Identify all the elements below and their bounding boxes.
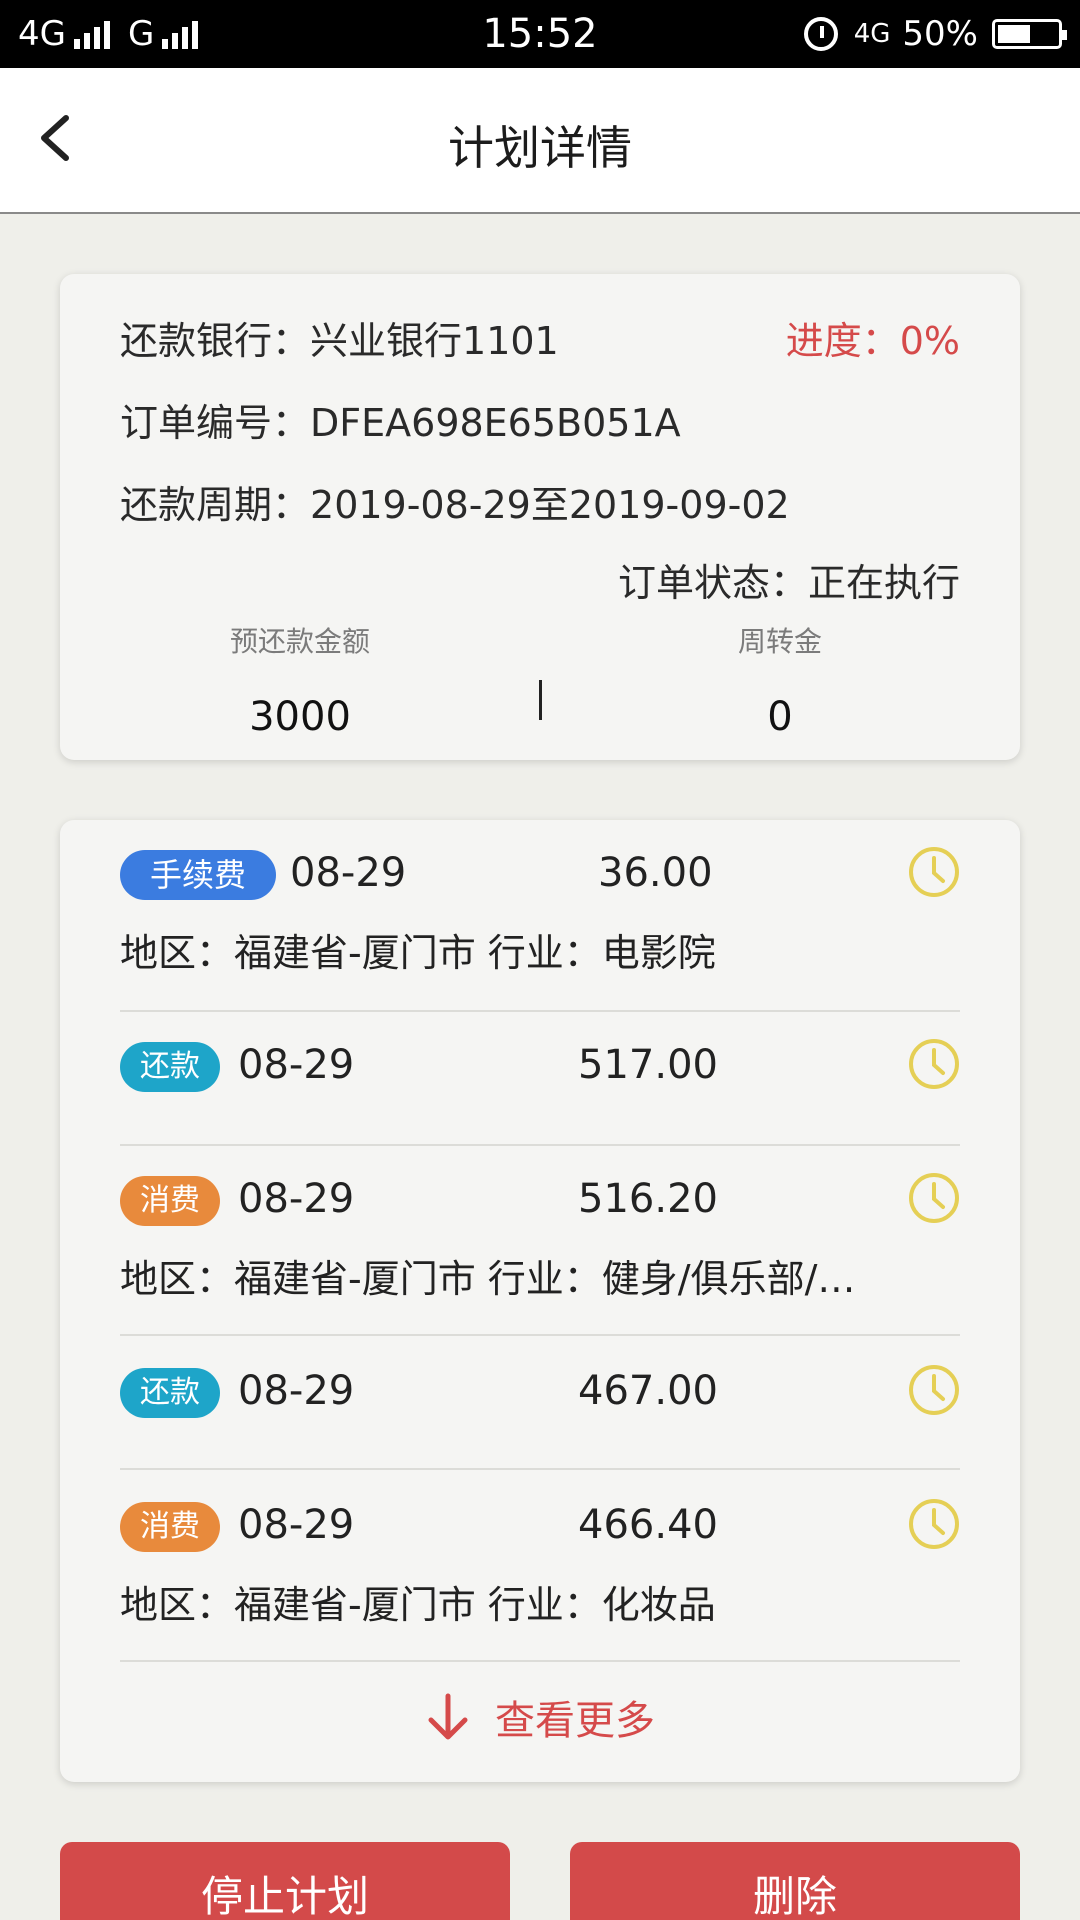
battery-icon <box>992 19 1067 49</box>
order-label: 订单编号： <box>120 401 311 445</box>
records-card: 手续费 08-29 36.00 地区：福建省-厦门市 行业：电影院 还款 08-… <box>60 820 1020 1782</box>
progress-text: 进度：0% <box>786 310 960 365</box>
period-value: 2019-08-29至2019-09-02 <box>310 483 790 527</box>
tag-repay: 还款 <box>120 1368 220 1418</box>
turnover-label: 周转金 <box>737 625 822 658</box>
stop-plan-button[interactable]: 停止计划 <box>60 1842 510 1920</box>
tag-repay: 还款 <box>120 1042 220 1092</box>
divider <box>120 1468 960 1470</box>
clock-icon <box>908 846 960 898</box>
prepay-value: 3000 <box>249 694 351 740</box>
divider <box>120 1144 960 1146</box>
record-amount: 467.00 <box>578 1368 718 1414</box>
prepay-label: 预还款金额 <box>229 625 370 658</box>
nav-bar: 计划详情 <box>0 68 1080 214</box>
alarm-icon <box>803 17 838 51</box>
status-time: 15:52 <box>482 11 598 57</box>
record-date: 08-29 <box>238 1368 355 1414</box>
see-more-button[interactable]: 查看更多 <box>60 1688 1020 1746</box>
record-detail: 地区：福建省-厦门市 行业：健身/俱乐部/… <box>120 1257 856 1301</box>
progress-value: 0% <box>899 319 960 363</box>
turnover-value: 0 <box>767 694 793 740</box>
status-bar: 4G G 15:52 4G 50% <box>0 0 1080 68</box>
tag-spend: 消费 <box>120 1502 220 1552</box>
record-amount: 517.00 <box>578 1042 718 1088</box>
divider <box>120 1660 960 1662</box>
prepay-stat: 预还款金额 3000 <box>60 620 540 740</box>
list-item[interactable]: 还款 08-29 467.00 <box>120 1365 960 1428</box>
list-item[interactable]: 手续费 08-29 36.00 地区：福建省-厦门市 行业：电影院 <box>120 847 960 990</box>
bank-value: 兴业银行1101 <box>310 319 559 363</box>
clock-icon <box>908 1172 960 1224</box>
record-detail: 地区：福建省-厦门市 行业：电影院 <box>120 931 716 975</box>
delete-button[interactable]: 删除 <box>570 1842 1020 1920</box>
record-date: 08-29 <box>238 1042 355 1088</box>
list-item[interactable]: 消费 08-29 516.20 地区：福建省-厦门市 行业：健身/俱乐部/… <box>120 1173 960 1316</box>
clock-icon <box>908 1038 960 1090</box>
arrow-down-icon <box>425 1692 471 1742</box>
plan-info-card: 还款银行：兴业银行1101 进度：0% 订单编号：DFEA698E65B051A… <box>60 274 1020 760</box>
status-row: 订单状态：正在执行 <box>618 552 960 607</box>
bank-label: 还款银行： <box>120 319 311 363</box>
status-label: 订单状态： <box>617 561 808 605</box>
order-value: DFEA698E65B051A <box>310 401 681 445</box>
record-amount: 516.20 <box>578 1176 718 1222</box>
see-more-label: 查看更多 <box>495 1698 655 1744</box>
divider <box>120 1334 960 1336</box>
record-amount: 36.00 <box>598 850 713 896</box>
period-label: 还款周期： <box>120 483 311 527</box>
record-date: 08-29 <box>238 1502 355 1548</box>
record-amount: 466.40 <box>578 1502 718 1548</box>
record-date: 08-29 <box>290 850 407 896</box>
list-item[interactable]: 还款 08-29 517.00 <box>120 1039 960 1102</box>
period-row: 还款周期：2019-08-29至2019-09-02 <box>120 474 790 529</box>
divider <box>120 1010 960 1012</box>
record-date: 08-29 <box>238 1176 355 1222</box>
status-value: 正在执行 <box>807 561 960 605</box>
order-row: 订单编号：DFEA698E65B051A <box>120 392 681 447</box>
page-title: 计划详情 <box>448 121 632 175</box>
bank-row: 还款银行：兴业银行1101 <box>120 310 559 365</box>
turnover-stat: 周转金 0 <box>540 620 1020 740</box>
progress-label: 进度： <box>785 319 900 363</box>
tag-spend: 消费 <box>120 1176 220 1226</box>
clock-icon <box>908 1498 960 1550</box>
list-item[interactable]: 消费 08-29 466.40 地区：福建省-厦门市 行业：化妆品 <box>120 1499 960 1642</box>
record-detail: 地区：福建省-厦门市 行业：化妆品 <box>120 1583 716 1627</box>
tag-fee: 手续费 <box>120 850 276 900</box>
clock-icon <box>908 1364 960 1416</box>
